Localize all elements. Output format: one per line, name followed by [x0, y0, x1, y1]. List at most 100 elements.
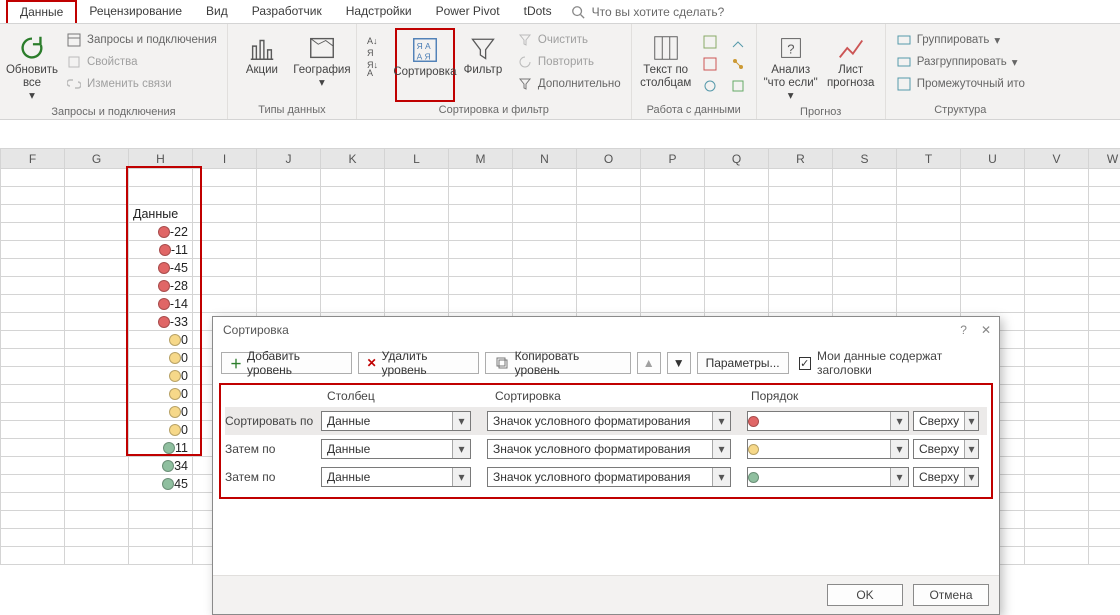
column-header[interactable]: W — [1089, 149, 1120, 169]
cell[interactable] — [1025, 439, 1089, 457]
cell[interactable] — [833, 241, 897, 259]
delete-level-button[interactable]: ✕ Удалить уровень — [358, 352, 480, 374]
tell-me-search[interactable]: Что вы хотите сделать? — [564, 4, 725, 20]
manage-model-button[interactable] — [728, 76, 748, 96]
cell[interactable] — [65, 169, 129, 187]
cell[interactable] — [641, 241, 705, 259]
cell[interactable] — [577, 187, 641, 205]
cell[interactable]: 0 — [129, 367, 193, 385]
cell[interactable] — [321, 169, 385, 187]
cell[interactable] — [449, 277, 513, 295]
cell[interactable] — [1, 331, 65, 349]
ok-button[interactable]: OK — [827, 584, 903, 606]
cell[interactable] — [1025, 511, 1089, 529]
tab-powerpivot[interactable]: Power Pivot — [424, 1, 512, 22]
cell[interactable] — [449, 169, 513, 187]
cell[interactable] — [769, 277, 833, 295]
cell[interactable] — [705, 277, 769, 295]
consolidate-button[interactable] — [728, 32, 748, 52]
cell[interactable] — [513, 187, 577, 205]
close-icon[interactable]: ✕ — [981, 323, 991, 337]
cell[interactable] — [257, 295, 321, 313]
sort-on-combo[interactable]: Значок условного форматирования▾ — [487, 439, 731, 459]
column-header[interactable]: J — [257, 149, 321, 169]
sort-az-button[interactable]: А↓ЯЯ↓А — [361, 28, 395, 102]
cell[interactable] — [1025, 277, 1089, 295]
cell[interactable] — [65, 475, 129, 493]
cell[interactable] — [641, 169, 705, 187]
cell[interactable] — [129, 511, 193, 529]
cell[interactable] — [385, 295, 449, 313]
column-header[interactable]: S — [833, 149, 897, 169]
cell[interactable] — [1089, 349, 1120, 367]
cell[interactable] — [193, 223, 257, 241]
cell[interactable] — [1, 241, 65, 259]
column-header[interactable]: O — [577, 149, 641, 169]
cell[interactable] — [1089, 511, 1120, 529]
cell[interactable] — [321, 259, 385, 277]
cell[interactable] — [1089, 241, 1120, 259]
data-validation-button[interactable] — [700, 76, 720, 96]
cell[interactable] — [65, 241, 129, 259]
cell[interactable] — [1089, 547, 1120, 565]
order-icon-combo[interactable]: ▾ — [747, 411, 909, 431]
column-combo[interactable]: Данные▾ — [321, 467, 471, 487]
cell[interactable] — [897, 241, 961, 259]
cell[interactable] — [1, 421, 65, 439]
cell[interactable] — [513, 259, 577, 277]
cell[interactable] — [705, 295, 769, 313]
tab-data[interactable]: Данные — [6, 0, 77, 23]
remove-dup-button[interactable] — [700, 54, 720, 74]
cell[interactable]: -11 — [129, 241, 193, 259]
text-to-columns-button[interactable]: Текст по столбцам — [636, 28, 696, 102]
headers-checkbox[interactable]: ✓ Мои данные содержат заголовки — [799, 349, 991, 377]
cell[interactable] — [385, 205, 449, 223]
order-side-combo[interactable]: Сверху▾ — [913, 439, 979, 459]
cell[interactable] — [1025, 529, 1089, 547]
reapply-button[interactable]: Повторить — [515, 52, 623, 72]
cell[interactable] — [577, 223, 641, 241]
cell[interactable] — [65, 421, 129, 439]
cell[interactable] — [641, 187, 705, 205]
cell[interactable] — [1025, 367, 1089, 385]
cell[interactable] — [897, 187, 961, 205]
cell[interactable] — [257, 241, 321, 259]
cell[interactable] — [1, 259, 65, 277]
cell[interactable] — [641, 205, 705, 223]
cell[interactable] — [321, 205, 385, 223]
cell[interactable] — [257, 169, 321, 187]
cell[interactable] — [1025, 547, 1089, 565]
cell[interactable] — [321, 187, 385, 205]
column-header[interactable]: T — [897, 149, 961, 169]
column-combo[interactable]: Данные▾ — [321, 439, 471, 459]
cell[interactable] — [513, 223, 577, 241]
cell[interactable]: -33 — [129, 313, 193, 331]
cell[interactable] — [1, 475, 65, 493]
cell[interactable] — [1, 511, 65, 529]
advanced-filter-button[interactable]: Дополнительно — [515, 74, 623, 94]
cell[interactable] — [257, 205, 321, 223]
column-header[interactable]: U — [961, 149, 1025, 169]
tab-addins[interactable]: Надстройки — [334, 1, 424, 22]
cancel-button[interactable]: Отмена — [913, 584, 989, 606]
cell[interactable] — [1, 349, 65, 367]
tab-review[interactable]: Рецензирование — [77, 1, 194, 22]
cell[interactable] — [1, 169, 65, 187]
cell[interactable] — [961, 277, 1025, 295]
cell[interactable] — [961, 223, 1025, 241]
cell[interactable] — [193, 277, 257, 295]
cell[interactable] — [449, 187, 513, 205]
whatif-button[interactable]: ? Анализ "что если" ▾ — [761, 28, 821, 104]
cell[interactable] — [65, 277, 129, 295]
cell[interactable]: 0 — [129, 349, 193, 367]
cell[interactable] — [577, 169, 641, 187]
cell[interactable] — [385, 223, 449, 241]
cell[interactable]: 0 — [129, 331, 193, 349]
cell[interactable] — [577, 277, 641, 295]
order-side-combo[interactable]: Сверху▾ — [913, 467, 979, 487]
cell[interactable] — [769, 295, 833, 313]
cell[interactable]: 34 — [129, 457, 193, 475]
refresh-all-button[interactable]: Обновить все ▾ — [4, 28, 60, 104]
cell[interactable] — [705, 223, 769, 241]
cell[interactable] — [833, 295, 897, 313]
